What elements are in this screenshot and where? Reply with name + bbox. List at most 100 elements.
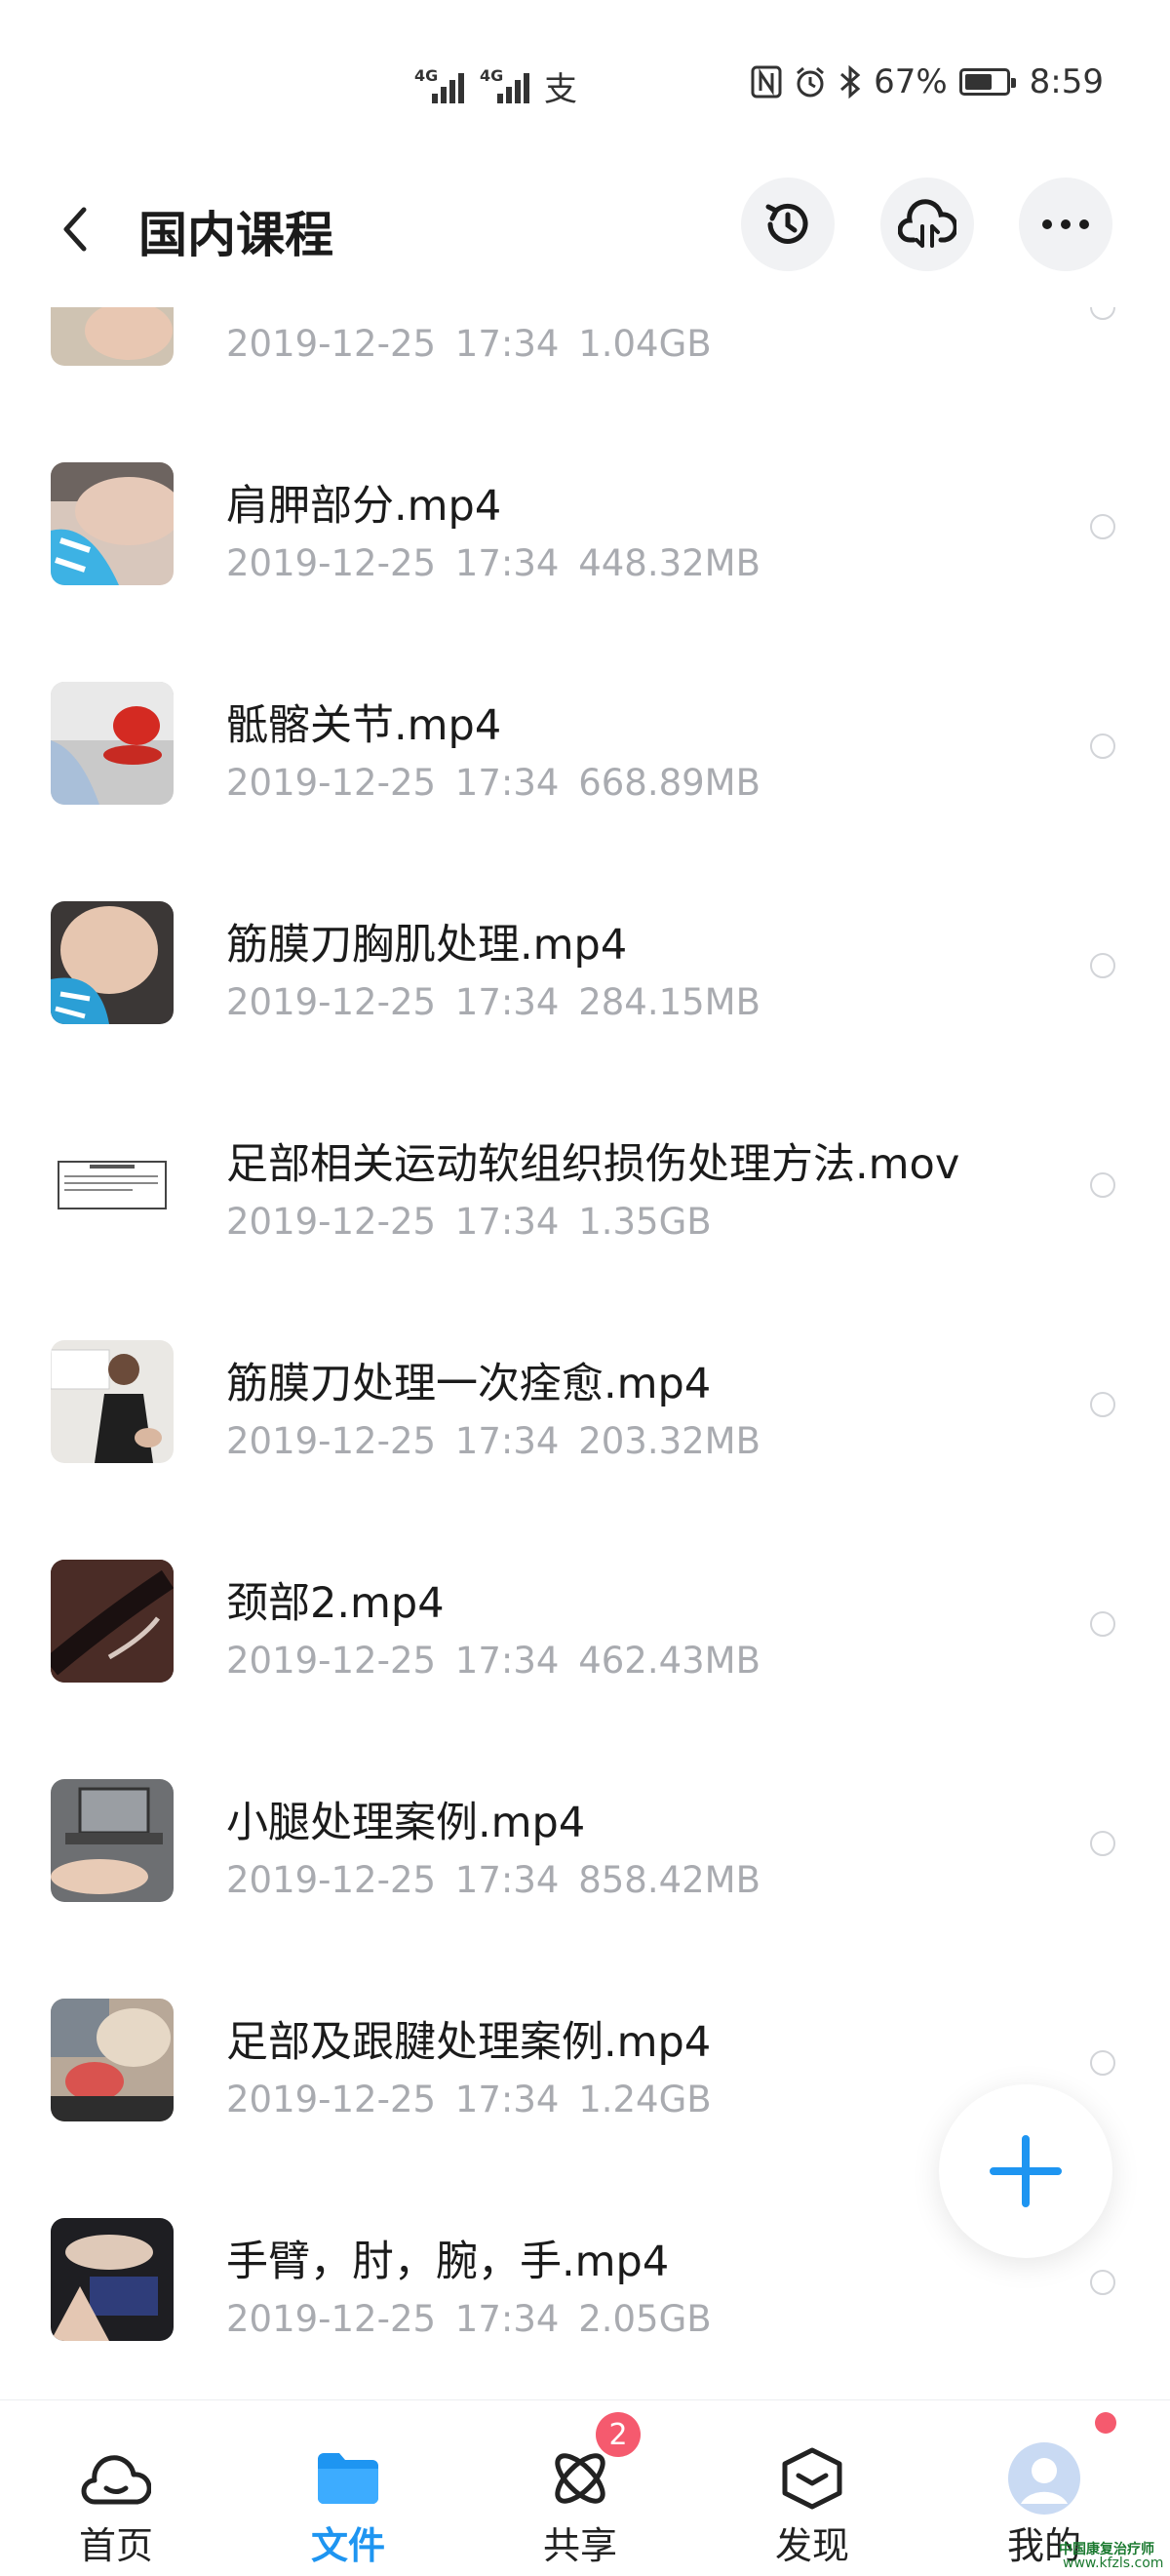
file-time: 17:34 bbox=[454, 2298, 560, 2340]
file-meta: 2019-12-25 17:34 284.15MB bbox=[226, 981, 760, 1023]
file-row[interactable]: 2019-12-25 17:34 1.04GB bbox=[0, 307, 1170, 402]
nav-share-label: 共享 bbox=[542, 2524, 617, 2567]
file-meta: 2019-12-25 17:34 858.42MB bbox=[226, 1859, 760, 1901]
file-name: 足部相关运动软组织损伤处理方法.mov bbox=[226, 1140, 960, 1189]
more-button[interactable] bbox=[1019, 178, 1112, 271]
select-radio[interactable] bbox=[1090, 733, 1115, 759]
select-radio[interactable] bbox=[1090, 2270, 1115, 2295]
file-size: 1.04GB bbox=[578, 323, 712, 365]
file-time: 17:34 bbox=[454, 1859, 560, 1901]
file-thumbnail bbox=[51, 1999, 174, 2121]
history-icon bbox=[765, 203, 808, 244]
back-button[interactable] bbox=[51, 200, 99, 258]
add-button[interactable] bbox=[939, 2084, 1112, 2258]
file-meta: 2019-12-25 17:34 1.24GB bbox=[226, 2079, 712, 2120]
file-time: 17:34 bbox=[454, 1420, 560, 1462]
bluetooth-icon bbox=[840, 64, 861, 99]
file-meta: 2019-12-25 17:34 462.43MB bbox=[226, 1640, 760, 1682]
file-name: 小腿处理案例.mp4 bbox=[226, 1799, 586, 1847]
file-date: 2019-12-25 bbox=[226, 762, 437, 804]
alipay-icon: 支 bbox=[544, 70, 577, 109]
select-radio[interactable] bbox=[1090, 1831, 1115, 1856]
nav-home[interactable]: 首页 bbox=[19, 2400, 214, 2576]
bottom-nav: 首页 文件 2 共享 发现 我的 bbox=[0, 2399, 1170, 2576]
watermark-url: www.kfzls.com bbox=[1063, 2556, 1164, 2571]
file-size: 2.05GB bbox=[578, 2298, 712, 2340]
file-size: 858.42MB bbox=[578, 1859, 760, 1901]
file-date: 2019-12-25 bbox=[226, 1859, 437, 1901]
file-thumbnail bbox=[51, 1560, 174, 1683]
file-time: 17:34 bbox=[454, 542, 560, 584]
file-time: 17:34 bbox=[454, 1201, 560, 1243]
nav-discover[interactable]: 发现 bbox=[715, 2400, 910, 2576]
file-row[interactable]: 筋膜刀胸肌处理.mp4 2019-12-25 17:34 284.15MB bbox=[0, 841, 1170, 1060]
discover-box-icon bbox=[782, 2447, 842, 2510]
file-name: 筋膜刀处理一次痊愈.mp4 bbox=[226, 1360, 712, 1408]
alarm-icon bbox=[797, 66, 825, 98]
file-thumbnail bbox=[51, 462, 174, 585]
file-time: 17:34 bbox=[454, 981, 560, 1023]
file-date: 2019-12-25 bbox=[226, 542, 437, 584]
chevron-left-icon bbox=[63, 207, 87, 252]
signal-2-icon: 4G bbox=[480, 59, 538, 103]
file-meta: 2019-12-25 17:34 448.32MB bbox=[226, 542, 760, 584]
select-radio[interactable] bbox=[1090, 514, 1115, 539]
nav-share[interactable]: 2 共享 bbox=[483, 2400, 678, 2576]
file-meta: 2019-12-25 17:34 1.35GB bbox=[226, 1201, 712, 1243]
file-list: 2019-12-25 17:34 1.04GB 肩胛部分.mp4 2019-12-2… bbox=[0, 307, 1170, 2399]
battery-icon bbox=[958, 68, 1016, 96]
file-time: 17:34 bbox=[454, 762, 560, 804]
select-radio[interactable] bbox=[1090, 2050, 1115, 2076]
file-row[interactable]: 小腿处理案例.mp4 2019-12-25 17:34 858.42MB bbox=[0, 1719, 1170, 1938]
select-radio[interactable] bbox=[1090, 953, 1115, 978]
file-date: 2019-12-25 bbox=[226, 2079, 437, 2120]
select-radio[interactable] bbox=[1090, 1392, 1115, 1417]
file-thumbnail bbox=[51, 307, 174, 366]
file-name: 颈部2.mp4 bbox=[226, 1579, 445, 1628]
header: 国内课程 bbox=[0, 171, 1170, 307]
file-meta: 2019-12-25 17:34 2.05GB bbox=[226, 2298, 712, 2340]
file-meta: 2019-12-25 17:34 668.89MB bbox=[226, 762, 760, 804]
file-name: 筋膜刀胸肌处理.mp4 bbox=[226, 921, 628, 970]
atom-share-icon bbox=[555, 2453, 605, 2504]
file-row[interactable]: 颈部2.mp4 2019-12-25 17:34 462.43MB bbox=[0, 1499, 1170, 1719]
clock: 8:59 bbox=[1029, 62, 1104, 101]
file-size: 1.24GB bbox=[578, 2079, 712, 2120]
select-radio[interactable] bbox=[1090, 1172, 1115, 1198]
select-radio[interactable] bbox=[1090, 1611, 1115, 1637]
file-name: 骶髂关节.mp4 bbox=[226, 701, 502, 750]
file-size: 448.32MB bbox=[578, 542, 760, 584]
file-row[interactable]: 足部相关运动软组织损伤处理方法.mov 2019-12-25 17:34 1.35… bbox=[0, 1060, 1170, 1280]
file-size: 203.32MB bbox=[578, 1420, 760, 1462]
file-row[interactable]: 筋膜刀处理一次痊愈.mp4 2019-12-25 17:34 203.32MB bbox=[0, 1280, 1170, 1499]
file-date: 2019-12-25 bbox=[226, 323, 437, 365]
nav-discover-label: 发现 bbox=[774, 2524, 849, 2567]
nav-files-label: 文件 bbox=[310, 2524, 385, 2567]
file-row[interactable]: 肩胛部分.mp4 2019-12-25 17:34 448.32MB bbox=[0, 402, 1170, 621]
status-bar: 4G 4G 支 67% 8:59 bbox=[0, 0, 1170, 171]
file-thumbnail bbox=[51, 1779, 174, 1902]
folder-icon bbox=[318, 2453, 378, 2504]
file-size: 462.43MB bbox=[578, 1640, 760, 1682]
file-name: 手臂，肘，腕，手.mp4 bbox=[226, 2238, 670, 2286]
share-badge: 2 bbox=[596, 2412, 641, 2457]
select-radio[interactable] bbox=[1090, 307, 1115, 320]
file-thumbnail bbox=[51, 1121, 174, 1244]
file-date: 2019-12-25 bbox=[226, 981, 437, 1023]
transfer-button[interactable] bbox=[880, 178, 974, 271]
file-time: 17:34 bbox=[454, 323, 560, 365]
file-date: 2019-12-25 bbox=[226, 2298, 437, 2340]
file-thumbnail bbox=[51, 2218, 174, 2341]
file-size: 668.89MB bbox=[578, 762, 760, 804]
file-name: 肩胛部分.mp4 bbox=[226, 482, 502, 531]
page-title: 国内课程 bbox=[138, 207, 333, 263]
nav-files[interactable]: 文件 bbox=[251, 2400, 446, 2576]
file-date: 2019-12-25 bbox=[226, 1420, 437, 1462]
file-row[interactable]: 骶髂关节.mp4 2019-12-25 17:34 668.89MB bbox=[0, 621, 1170, 841]
history-button[interactable] bbox=[741, 178, 835, 271]
more-icon bbox=[1042, 219, 1089, 229]
file-name: 足部及跟腱处理案例.mp4 bbox=[226, 2018, 712, 2067]
battery-percent: 67% bbox=[874, 62, 948, 101]
file-time: 17:34 bbox=[454, 1640, 560, 1682]
file-meta: 2019-12-25 17:34 1.04GB bbox=[226, 323, 712, 365]
